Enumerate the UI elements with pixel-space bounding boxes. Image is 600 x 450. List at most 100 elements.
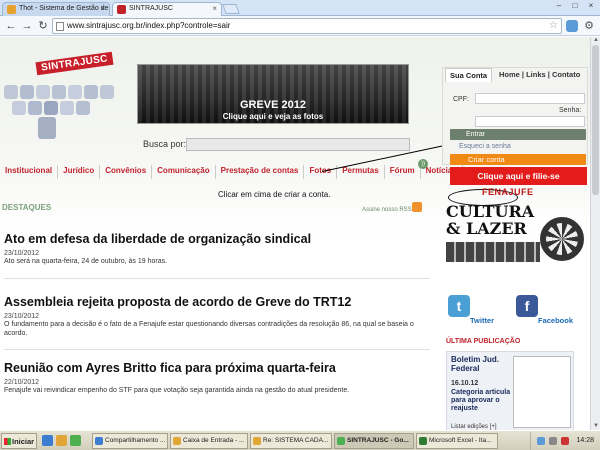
puzzle-piece-icon: [20, 85, 34, 99]
search-input[interactable]: [186, 138, 410, 151]
browser-tab-strip: Thot - Sistema de Gestão de × SINTRAJUSC…: [0, 0, 600, 16]
books-image: [446, 242, 540, 262]
taskbar-item-sintrajusc[interactable]: SINTRAJUSC - Go...: [334, 433, 414, 449]
article-item: Reunião com Ayres Britto fica para próxi…: [4, 361, 434, 395]
cultura-lazer-banner[interactable]: CULTURA & LAZER: [446, 203, 534, 237]
close-window-icon[interactable]: ×: [584, 1, 598, 12]
article-title[interactable]: Assembleia rejeita proposta de acordo de…: [4, 295, 434, 310]
filie-label: Clique aqui e filie-se: [477, 171, 560, 181]
chrome-icon[interactable]: [70, 435, 81, 446]
article-title[interactable]: Reunião com Ayres Britto fica para próxi…: [4, 361, 434, 376]
sintrajusc-logo[interactable]: SINTRAJUSC: [0, 45, 135, 145]
close-tab-icon[interactable]: ×: [100, 3, 105, 15]
cultura-title: CULTURA: [446, 202, 535, 221]
new-tab-button[interactable]: [222, 4, 240, 14]
network-icon[interactable]: [537, 437, 545, 445]
puzzle-piece-icon: [60, 101, 74, 115]
taskbar-item-caixa-entrada[interactable]: Caixa de Entrada - ...: [170, 433, 248, 449]
article-desc: Fenajufe vai reivindicar empenho do STF …: [4, 387, 350, 394]
tab-sua-conta[interactable]: Sua Conta: [445, 68, 493, 82]
twitter-icon[interactable]: t: [448, 295, 470, 317]
tab-title: Thot - Sistema de Gestão de: [19, 5, 109, 12]
article-title[interactable]: Ato em defesa da liberdade de organizaçã…: [4, 232, 434, 247]
close-tab-icon[interactable]: ×: [212, 3, 217, 15]
senha-label: Senha:: [559, 107, 582, 114]
esqueci-senha-link[interactable]: Esqueci a senha: [459, 143, 511, 150]
nav-item-forum[interactable]: Fórum: [385, 165, 421, 179]
sidebar: Sua Conta Home | Links | Contato CPF: Se…: [442, 67, 588, 430]
task-label: SINTRAJUSC - Go...: [347, 437, 409, 444]
reload-icon[interactable]: ↻: [36, 19, 50, 33]
banner-subtitle: Clique aqui e veja as fotos: [222, 112, 324, 121]
mail-icon: [173, 437, 181, 445]
minimize-icon[interactable]: –: [552, 1, 566, 12]
rss-icon[interactable]: [412, 202, 422, 212]
nav-item-institucional[interactable]: Institucional: [0, 165, 59, 179]
facebook-icon[interactable]: f: [516, 295, 538, 317]
nav-item-juridico[interactable]: Jurídico: [58, 165, 101, 179]
facebook-label[interactable]: Facebook: [538, 316, 573, 325]
article-item: Ato em defesa da liberdade de organizaçã…: [4, 232, 434, 266]
filie-se-button[interactable]: Clique aqui e filie-se: [450, 167, 587, 185]
boletim-thumbnail[interactable]: [513, 356, 571, 428]
chrome-icon: [337, 437, 345, 445]
start-button[interactable]: Iniciar: [1, 433, 37, 449]
tab-home-links-contato[interactable]: Home | Links | Contato: [499, 68, 580, 82]
page-scrollbar[interactable]: ▲ ▼: [590, 37, 600, 430]
ie-icon[interactable]: [42, 435, 53, 446]
scroll-up-icon[interactable]: ▲: [592, 37, 600, 44]
nav-item-prestacao-de-contas[interactable]: Prestação de contas: [216, 165, 305, 179]
boletim-subject: Categoria articula para aprovar o reajus…: [451, 389, 511, 412]
puzzle-piece-icon: [36, 85, 50, 99]
browser-tab-sintrajusc[interactable]: SINTRAJUSC ×: [112, 2, 222, 16]
browser-tab-thot[interactable]: Thot - Sistema de Gestão de ×: [2, 2, 110, 16]
greve-banner[interactable]: GREVE 2012 Clique aqui e veja as fotos: [137, 64, 409, 124]
cpf-field[interactable]: [475, 93, 585, 104]
login-tabs: Sua Conta Home | Links | Contato: [443, 68, 587, 82]
scroll-thumb[interactable]: [592, 45, 599, 195]
criar-conta-button[interactable]: Criar conta: [450, 154, 586, 165]
fenajufe-logo[interactable]: FENAJUFE: [482, 187, 534, 197]
taskbar-item-compartilhamento[interactable]: Compartilhamento ...: [92, 433, 168, 449]
thot-favicon-icon: [7, 5, 16, 14]
puzzle-piece-icon: [100, 85, 114, 99]
film-reel-icon: [540, 217, 584, 261]
nav-item-comunicacao[interactable]: Comunicação: [152, 165, 216, 179]
taskbar-item-excel[interactable]: Microsoft Excel - Ita...: [416, 433, 498, 449]
taskbar-item-re-sistema[interactable]: Re: SISTEMA CADA...: [250, 433, 332, 449]
ultima-publicacao-heading: ÚLTIMA PUBLICAÇÃO: [446, 338, 521, 345]
folder-icon[interactable]: [56, 435, 67, 446]
lazer-title: & LAZER: [446, 219, 527, 238]
rss-label[interactable]: Assine nosso RSS: [362, 207, 412, 213]
banner-title: GREVE 2012: [239, 99, 307, 111]
login-panel: Sua Conta Home | Links | Contato CPF: Se…: [442, 67, 588, 165]
twitter-label[interactable]: Twitter: [470, 316, 494, 325]
volume-icon[interactable]: [549, 437, 557, 445]
destaques-heading: DESTAQUES: [2, 203, 52, 212]
bookmark-star-icon[interactable]: ☆: [549, 19, 558, 33]
puzzle-piece-icon: [28, 101, 42, 115]
forward-arrow-icon[interactable]: →: [20, 19, 34, 33]
scroll-down-icon[interactable]: ▼: [592, 423, 600, 430]
nav-item-convenios[interactable]: Convênios: [100, 165, 153, 179]
boletim-card[interactable]: Boletim Jud. Federal 16.10.12 Categoria …: [446, 351, 574, 430]
task-label: Microsoft Excel - Ita...: [429, 437, 492, 444]
maximize-icon[interactable]: □: [568, 1, 582, 12]
article-date: 22/10/2012: [4, 379, 40, 386]
feed-circle-icon[interactable]: )): [418, 159, 428, 169]
entrar-button[interactable]: Entrar: [450, 129, 586, 140]
back-arrow-icon[interactable]: ←: [4, 19, 18, 33]
password-field[interactable]: [475, 116, 585, 127]
wrench-menu-icon[interactable]: ⚙: [582, 19, 596, 33]
puzzle-piece-icon: [84, 85, 98, 99]
nav-item-fotos[interactable]: Fotos: [304, 165, 338, 179]
divider: [4, 349, 430, 350]
antivirus-icon[interactable]: [561, 437, 569, 445]
address-bar[interactable]: www.sintrajusc.org.br/index.php?controle…: [52, 18, 562, 34]
boletim-date: 16.10.12: [451, 380, 479, 387]
clock: 14:28: [576, 437, 594, 444]
puzzle-piece-icon: [76, 101, 90, 115]
task-label: Compartilhamento ...: [105, 437, 166, 444]
search-label: Busca por:: [143, 139, 187, 149]
extension-icon[interactable]: [566, 20, 578, 32]
